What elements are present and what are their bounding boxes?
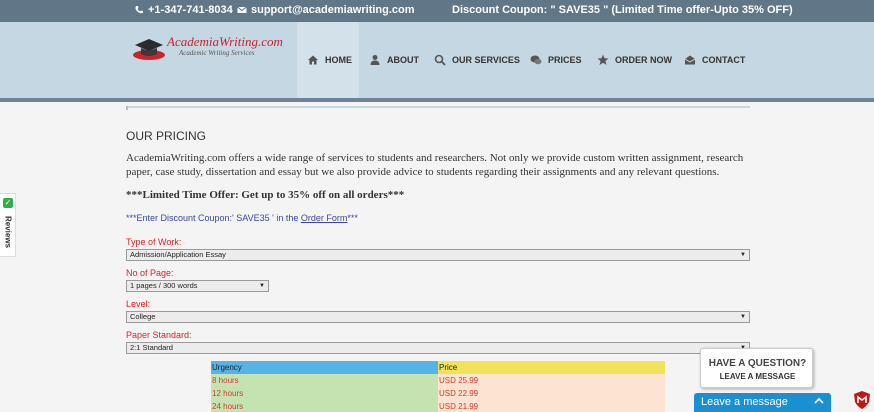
nav-prices[interactable]: PRICES <box>520 22 586 98</box>
level-label: Level: <box>126 299 151 309</box>
dropdown-arrow-icon: ▼ <box>740 314 746 320</box>
table-row: 24 hours USD 21.99 <box>211 400 665 412</box>
nav-home-label: HOME <box>325 55 352 65</box>
leave-a-message-bar[interactable]: Leave a message <box>694 393 831 412</box>
phone-contact[interactable]: +1-347-741-8034 <box>134 4 233 16</box>
level-select[interactable]: College ▼ <box>126 311 750 323</box>
table-header-row: Urgency Price <box>211 361 665 374</box>
paper-standard-label: Paper Standard: <box>126 330 192 340</box>
have-a-question-text: HAVE A QUESTION? <box>708 358 807 369</box>
chevron-up-icon <box>814 397 824 404</box>
coupon-prefix: ***Enter Discount Coupon:' SAVE35 ' in t… <box>126 213 301 223</box>
paper-standard-value: 2:1 Standard <box>130 343 173 352</box>
envelope-icon <box>237 6 247 13</box>
graduation-cap-icon <box>133 39 165 60</box>
urgency-header: Urgency <box>211 361 438 374</box>
price-cell: USD 21.99 <box>438 400 665 412</box>
table-row: 12 hours USD 22.99 <box>211 387 665 400</box>
coupon-instructions: ***Enter Discount Coupon:' SAVE35 ' in t… <box>126 213 358 223</box>
nav-about[interactable]: ABOUT <box>359 22 421 98</box>
nav-our-services[interactable]: OUR SERVICES <box>424 22 521 98</box>
nav-prices-label: PRICES <box>548 55 582 65</box>
price-cell: USD 22.99 <box>438 387 665 400</box>
top-info-bar: +1-347-741-8034 support@academiawriting.… <box>0 0 874 22</box>
nav-contact[interactable]: CONTACT <box>674 22 748 98</box>
envelope-icon <box>684 55 696 65</box>
logo-name: AcademiaWriting.com <box>167 34 283 49</box>
reviews-tab[interactable]: ✓ Reviews <box>0 193 16 257</box>
logo-tagline: Academic Writing Services <box>179 49 255 57</box>
mcafee-shield-icon[interactable] <box>852 390 872 410</box>
type-of-work-label: Type of Work: <box>126 237 182 247</box>
nav-about-label: ABOUT <box>387 55 419 65</box>
star-icon <box>597 54 609 65</box>
dropdown-arrow-icon: ▼ <box>740 252 746 258</box>
no-of-page-select[interactable]: 1 pages / 300 words ▼ <box>126 280 269 292</box>
nav-our-services-label: OUR SERVICES <box>452 55 520 65</box>
nav-home[interactable]: HOME <box>297 22 359 98</box>
email-address: support@academiawriting.com <box>251 4 415 16</box>
price-cell: USD 25.99 <box>438 374 665 387</box>
dropdown-arrow-icon: ▼ <box>259 283 265 289</box>
site-logo[interactable]: AcademiaWriting.com Academic Writing Ser… <box>131 32 283 64</box>
user-icon <box>370 55 380 65</box>
nav-order-now[interactable]: ORDER NOW <box>587 22 675 98</box>
type-of-work-value: Admission/Application Essay <box>130 250 226 259</box>
urgency-cell: 24 hours <box>211 400 438 412</box>
paper-standard-select[interactable]: 2:1 Standard ▼ <box>126 342 750 354</box>
price-header: Price <box>438 361 665 374</box>
content-divider <box>126 106 750 110</box>
email-contact[interactable]: support@academiawriting.com <box>237 4 415 16</box>
reviews-label: Reviews <box>3 215 13 249</box>
limited-offer-text: ***Limited Time Offer: Get up to 35% off… <box>126 189 405 201</box>
table-row: 8 hours USD 25.99 <box>211 374 665 387</box>
leave-a-message-prompt: LEAVE A MESSAGE <box>719 372 796 381</box>
checkmark-icon: ✓ <box>3 198 13 208</box>
urgency-cell: 8 hours <box>211 374 438 387</box>
pricing-table: Urgency Price 8 hours USD 25.99 12 hours… <box>211 361 665 412</box>
header-bottom-border <box>0 98 874 102</box>
phone-number: +1-347-741-8034 <box>148 4 233 16</box>
nav-order-now-label: ORDER NOW <box>615 55 672 65</box>
intro-paragraph: AcademiaWriting.com offers a wide range … <box>126 152 744 178</box>
urgency-cell: 12 hours <box>211 387 438 400</box>
coupon-suffix: *** <box>347 213 358 223</box>
discount-coupon-text: Discount Coupon: " SAVE35 " (Limited Tim… <box>452 4 793 16</box>
nav-contact-label: CONTACT <box>702 55 746 65</box>
chat-icon <box>530 55 542 65</box>
page-title: OUR PRICING <box>126 129 207 143</box>
have-a-question-bubble[interactable]: HAVE A QUESTION? LEAVE A MESSAGE <box>700 348 813 388</box>
no-of-page-label: No of Page: <box>126 268 174 278</box>
level-value: College <box>130 312 156 321</box>
no-of-page-value: 1 pages / 300 words <box>130 281 198 290</box>
home-icon <box>308 55 318 65</box>
type-of-work-select[interactable]: Admission/Application Essay ▼ <box>126 249 750 261</box>
leave-a-message-label: Leave a message <box>701 396 788 408</box>
discount-coupon-banner: Discount Coupon: " SAVE35 " (Limited Tim… <box>452 4 793 16</box>
phone-icon <box>135 6 143 14</box>
site-header: AcademiaWriting.com Academic Writing Ser… <box>0 22 874 98</box>
order-form-link[interactable]: Order Form <box>301 213 348 223</box>
search-icon <box>434 54 446 66</box>
